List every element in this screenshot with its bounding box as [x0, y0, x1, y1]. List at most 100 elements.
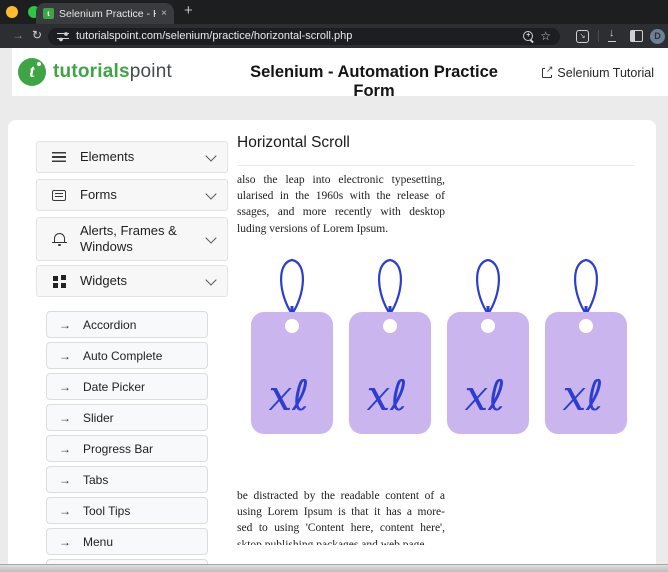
page-title: Selenium - Automation Practice Form	[250, 63, 498, 100]
xl-tag-image: xℓ	[251, 258, 333, 434]
arrow-right-icon: →	[59, 348, 71, 363]
paragraph-line: using Lorem Ipsum is that it has a more-	[237, 506, 445, 519]
tag-xl-label: xℓ	[464, 371, 505, 420]
sidebar-item-label: Auto Complete	[83, 348, 163, 363]
tutorial-link-label: Selenium Tutorial	[557, 66, 654, 80]
arrow-right-icon: →	[59, 410, 71, 425]
bookmark-star-icon[interactable]: ☆	[540, 30, 551, 42]
chevron-down-icon	[205, 231, 217, 244]
tag-xl-label: xℓ	[366, 371, 407, 420]
minimize-button[interactable]	[6, 6, 18, 18]
site-settings-icon[interactable]	[57, 30, 69, 42]
section-icon	[51, 275, 67, 288]
address-bar[interactable]: tutorialspoint.com/selenium/practice/hor…	[48, 27, 560, 45]
xl-tag-image: xℓ	[545, 258, 627, 434]
section-icon-glyph	[51, 232, 67, 247]
tag-hole	[285, 319, 299, 333]
scrolled-paragraph-bottom[interactable]: be distracted by the readable content of…	[237, 488, 445, 545]
reload-icon[interactable]: ↻	[32, 28, 42, 42]
arrow-right-icon: →	[59, 317, 71, 332]
sidebar-section[interactable]: Elements	[36, 141, 228, 173]
tag-string-loop	[378, 258, 402, 315]
tab-favicon-icon: t	[43, 8, 54, 19]
browser-tab[interactable]: t Selenium Practice - Horizont ×	[36, 3, 174, 24]
sidebar-item[interactable]: → Menu	[46, 528, 208, 555]
section-label: Alerts, Frames & Windows	[80, 222, 177, 254]
heading-divider	[237, 165, 635, 166]
section-label: Widgets	[80, 272, 127, 288]
paragraph-line: luding versions of Lorem Ipsum.	[237, 222, 389, 235]
logo-wordmark: tutorialspoint	[53, 61, 172, 83]
sidebar-item-label: Progress Bar	[83, 441, 154, 456]
xl-tag-image: xℓ	[349, 258, 431, 434]
tag-hole	[579, 319, 593, 333]
sidebar-item[interactable]: → Auto Complete	[46, 342, 208, 369]
toolbar-divider	[598, 30, 599, 42]
browser-toolbar: → ↻ tutorialspoint.com/selenium/practice…	[0, 24, 668, 48]
tab-close-icon[interactable]: ×	[161, 8, 167, 19]
section-icon-glyph	[52, 275, 66, 288]
scrolled-paragraph-top[interactable]: also the leap into electronic typesettin…	[237, 172, 445, 238]
sidebar-item[interactable]: → Tabs	[46, 466, 208, 493]
sidebar-section[interactable]: Forms	[36, 179, 228, 211]
arrow-right-icon: →	[59, 503, 71, 518]
tag-xl-label: xℓ	[562, 371, 603, 420]
sidebar-item[interactable]: → Progress Bar	[46, 435, 208, 462]
section-icon-glyph	[52, 152, 66, 162]
new-tab-button[interactable]: +	[184, 2, 193, 19]
sidebar-item-label: Tabs	[83, 472, 109, 487]
paragraph-line: sed to using 'Content here, content here…	[237, 522, 445, 535]
chevron-down-icon	[205, 149, 217, 162]
tag-xl-label: xℓ	[268, 371, 309, 420]
section-icon	[51, 152, 67, 162]
paragraph-line: ularised in the 1960s with the release o…	[237, 190, 445, 203]
tag-string-loop	[574, 258, 598, 315]
url-text[interactable]: tutorialspoint.com/selenium/practice/hor…	[76, 30, 516, 42]
sidebar-item[interactable]: → Date Picker	[46, 373, 208, 400]
sidebar-item[interactable]: → Tool Tips	[46, 497, 208, 524]
profile-avatar[interactable]: D	[650, 28, 665, 44]
sidebar-item-label: Accordion	[83, 317, 137, 332]
paragraph-line: be distracted by the readable content of…	[237, 490, 445, 502]
section-icon	[51, 189, 67, 201]
arrow-right-icon: →	[59, 379, 71, 394]
sidebar-item-label: Tool Tips	[83, 503, 131, 518]
external-link-icon	[542, 64, 554, 78]
forward-icon[interactable]: →	[12, 28, 24, 42]
section-label: Forms	[80, 186, 117, 202]
chevron-down-icon	[205, 187, 217, 200]
sidebar-item[interactable]: → Accordion	[46, 311, 208, 338]
downloads-icon[interactable]: ↓	[608, 27, 616, 42]
window-bottom-edge	[0, 564, 668, 572]
sidebar-item-label: Date Picker	[83, 379, 146, 394]
sidebar-item-label: Menu	[83, 534, 114, 549]
main-panel: Elements Forms Alerts, Frames & Windows	[8, 120, 656, 572]
section-label: Elements	[80, 148, 135, 164]
tag-string-loop	[476, 258, 500, 315]
extensions-icon[interactable]: ↘	[576, 30, 589, 43]
logo-word-green: tutorials	[53, 61, 130, 82]
logo-icon: t	[18, 58, 46, 86]
paragraph-line: ssages, and more recently with desktop	[237, 206, 445, 219]
tab-strip: t Selenium Practice - Horizont × +	[0, 0, 668, 24]
tag-hole	[481, 319, 495, 333]
side-panel-icon[interactable]	[630, 30, 643, 42]
chevron-down-icon	[205, 273, 217, 286]
sidebar-section[interactable]: Widgets	[36, 265, 228, 297]
selenium-tutorial-link[interactable]: Selenium Tutorial	[542, 64, 654, 80]
tag-hole	[383, 319, 397, 333]
sidebar-item[interactable]: → Slider	[46, 404, 208, 431]
sidebar-section[interactable]: Alerts, Frames & Windows	[36, 217, 228, 261]
tutorialspoint-logo[interactable]: t tutorialspoint	[18, 58, 172, 86]
paragraph-line: sktop publishing packages and web page	[237, 538, 425, 545]
logo-word-dark: point	[129, 61, 172, 82]
zoom-icon[interactable]: +	[523, 31, 534, 41]
section-icon-glyph	[52, 189, 66, 201]
tag-string-loop	[280, 258, 304, 315]
tab-title: Selenium Practice - Horizont	[59, 7, 156, 20]
arrow-right-icon: →	[59, 534, 71, 549]
browser-window: t Selenium Practice - Horizont × + → ↻ t…	[0, 0, 668, 572]
site-header: t tutorialspoint Selenium - Automation P…	[12, 48, 668, 100]
xl-tag-image: xℓ	[447, 258, 529, 434]
sidebar-item-label: Slider	[83, 410, 114, 425]
